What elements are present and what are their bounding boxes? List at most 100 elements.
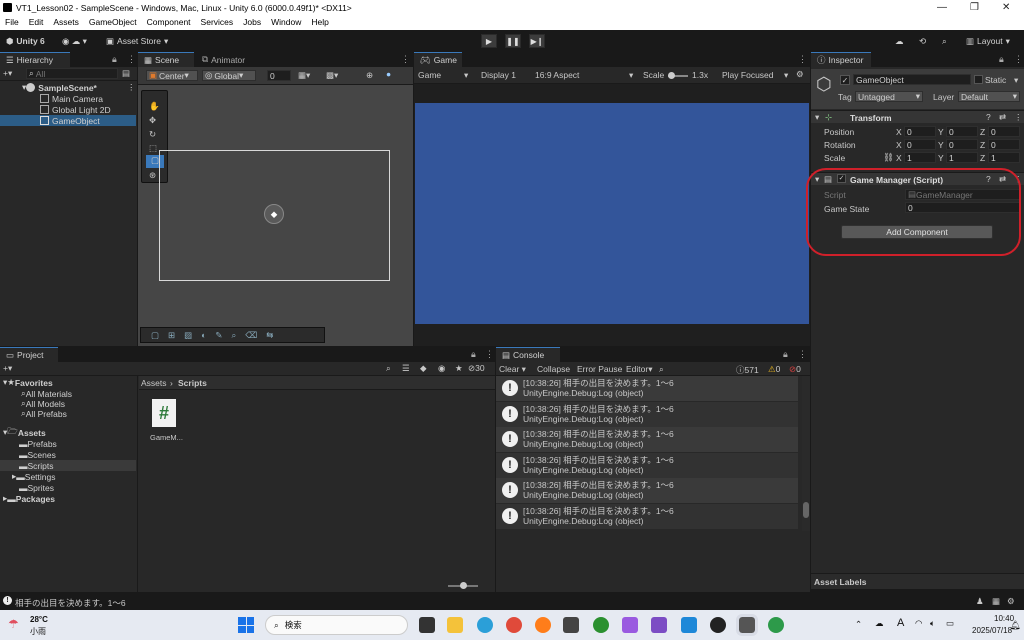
move-tool-icon[interactable]: ✥ <box>149 115 156 126</box>
unity-hub-icon[interactable] <box>563 617 579 633</box>
transform-tool-icon[interactable]: ⊛ <box>149 170 156 181</box>
tab-project[interactable]: ▭ Project <box>0 347 58 362</box>
more-menu-icon[interactable]: ⋮ <box>127 54 136 65</box>
folder-settings[interactable]: ▸ ▬ Settings <box>0 471 136 482</box>
error-count-toggle[interactable]: ⊘0 <box>789 364 801 375</box>
console-search-icon[interactable]: ⌕ <box>659 364 664 375</box>
aspect-dropdown[interactable]: 16:9 Aspect <box>535 70 579 80</box>
menu-file[interactable]: File <box>0 16 24 30</box>
play-focused-dropdown[interactable]: Play Focused <box>722 70 774 80</box>
console-entry[interactable]: ! [10:38:26] 相手の出目を決めます。1～6 UnityEngine.De… <box>496 478 798 503</box>
console-entry[interactable]: ! [10:38:26] 相手の出目を決めます。1～6 UnityEngine.De… <box>496 376 798 401</box>
axis-label-x[interactable]: X <box>896 140 902 150</box>
menu-gameobject[interactable]: GameObject <box>84 16 142 30</box>
transform-z-input[interactable]: 0 <box>988 139 1020 150</box>
folder-sprites[interactable]: ▬ Sprites <box>0 482 136 493</box>
help-icon[interactable]: ? <box>986 112 991 122</box>
icon-size-slider[interactable] <box>448 582 478 589</box>
editor-dropdown[interactable]: Editor▾ <box>626 364 653 375</box>
chatgpt-icon[interactable] <box>710 617 726 633</box>
search-icon[interactable]: ⌕ <box>231 330 236 341</box>
search-filter-icon[interactable]: ▤ <box>122 68 130 79</box>
layer-dropdown[interactable]: Default ▾ <box>958 91 1020 102</box>
static-checkbox[interactable] <box>974 75 983 84</box>
menu-help[interactable]: Help <box>306 16 333 30</box>
asset-store-button[interactable]: ▣ Asset Store ▾ <box>106 33 168 49</box>
weather-icon[interactable]: ☂ <box>8 617 19 631</box>
maximize-icon[interactable]: ❐ <box>970 2 979 13</box>
error-pause-button[interactable]: Error Pause <box>577 364 622 374</box>
more-menu-icon[interactable]: ⋮ <box>127 82 136 93</box>
pause-button[interactable]: ❚❚ <box>505 34 521 48</box>
hidden-packages-count[interactable]: ⊘30 <box>468 363 485 374</box>
more-menu-icon[interactable]: ⋮ <box>1014 54 1023 65</box>
transform-z-input[interactable]: 0 <box>988 126 1020 137</box>
xbox-icon[interactable] <box>593 617 609 633</box>
tab-game[interactable]: 🎮︎ Game <box>414 52 462 67</box>
search-scope-icon[interactable]: ⌕ <box>386 363 391 374</box>
search-icon[interactable]: ⌕ <box>942 33 947 49</box>
taskbar-search-box[interactable]: ⌕ 検索 <box>265 615 408 635</box>
axis-label-y[interactable]: Y <box>938 127 944 137</box>
more-menu-icon[interactable]: ⋮ <box>798 349 807 360</box>
settings-gear-icon[interactable]: ⚙ <box>796 69 804 80</box>
hierarchy-item-gameobject[interactable]: GameObject <box>0 115 136 126</box>
folder-scripts[interactable]: ▬ Scripts <box>0 460 136 471</box>
display-dropdown[interactable]: Display 1 <box>481 70 516 80</box>
status-message[interactable]: 相手の出目を決めます。1～6 <box>15 597 126 609</box>
grid-snap-icon[interactable]: ▦▾ <box>298 70 310 81</box>
transform-x-input[interactable]: 0 <box>904 126 936 137</box>
menu-jobs[interactable]: Jobs <box>238 16 266 30</box>
constrain-proportions-icon[interactable]: ⛓ <box>883 152 894 163</box>
gameobject-name-input[interactable]: GameObject <box>853 74 971 85</box>
console-scrollbar[interactable] <box>802 376 810 531</box>
tilemap-icon[interactable]: ▨ <box>184 330 192 341</box>
volume-icon[interactable]: 🔈︎ <box>930 618 935 629</box>
hierarchy-item-global-light[interactable]: Global Light 2D <box>0 104 136 115</box>
log-count-toggle[interactable]: ⓘ571 <box>736 364 759 376</box>
increment-snap-icon[interactable]: ▩▾ <box>326 70 338 81</box>
notification-icon[interactable]: 🔔︎ <box>1010 620 1021 631</box>
game-viewport[interactable] <box>415 103 809 324</box>
rotate-tool-icon[interactable]: ↻ <box>149 129 156 140</box>
tab-animator[interactable]: ⧉ Animator <box>196 52 256 67</box>
scale-tool-icon[interactable]: ⬚ <box>149 143 157 154</box>
chrome-profile-icon[interactable] <box>768 617 784 633</box>
tag-dropdown[interactable]: Untagged ▾ <box>855 91 923 102</box>
pivot-dropdown[interactable]: ▣ Center ▾ <box>146 70 198 81</box>
global-local-dropdown[interactable]: ◎ Global ▾ <box>202 70 256 81</box>
vscode-icon[interactable] <box>681 617 697 633</box>
axis-label-y[interactable]: Y <box>938 140 944 150</box>
favorite-star-icon[interactable]: ★ <box>455 363 463 374</box>
menu-edit[interactable]: Edit <box>24 16 49 30</box>
label-icon[interactable]: ◆ <box>420 363 427 374</box>
preset-icon[interactable]: ⇄ <box>999 112 1006 123</box>
transform-y-input[interactable]: 0 <box>946 126 978 137</box>
breadcrumb-assets[interactable]: Assets <box>141 378 167 388</box>
minimize-icon[interactable]: — <box>937 2 947 13</box>
hierarchy-item-main-camera[interactable]: Main Camera <box>0 93 136 104</box>
gameobject-gizmo-icon[interactable]: ◆ <box>264 204 284 224</box>
axis-label-z[interactable]: Z <box>980 127 985 137</box>
chrome-icon[interactable] <box>506 617 522 633</box>
layout-button[interactable]: ▥ Layout ▾ <box>966 33 1010 49</box>
more-menu-icon[interactable]: ⋮ <box>798 54 807 65</box>
create-add-button[interactable]: +▾ <box>3 68 12 79</box>
folder-prefabs[interactable]: ▬ Prefabs <box>0 438 136 449</box>
menu-window[interactable]: Window <box>266 16 306 30</box>
tab-hierarchy[interactable]: ☰ Hierarchy <box>0 52 70 67</box>
rect-select-icon[interactable]: ▢ <box>151 330 159 341</box>
filter-icon[interactable]: ☰ <box>402 363 410 374</box>
favorites-folder[interactable]: ▾ ★ Favorites <box>0 377 136 388</box>
cloud-icon[interactable]: ☁ <box>895 33 904 49</box>
task-view-icon[interactable] <box>419 617 435 633</box>
favorite-all-prefabs[interactable]: ⌕ All Prefabs <box>0 408 136 419</box>
menu-services[interactable]: Services <box>196 16 239 30</box>
axis-label-x[interactable]: X <box>896 153 902 163</box>
axis-label-z[interactable]: Z <box>980 153 985 163</box>
settings-icon[interactable]: ⚙ <box>1007 596 1015 607</box>
more-menu-icon[interactable]: ⋮ <box>485 349 494 360</box>
scale-slider[interactable] <box>668 72 688 79</box>
more-menu-icon[interactable]: ⋮ <box>1014 112 1023 123</box>
battery-icon[interactable]: ▭ <box>946 618 954 629</box>
